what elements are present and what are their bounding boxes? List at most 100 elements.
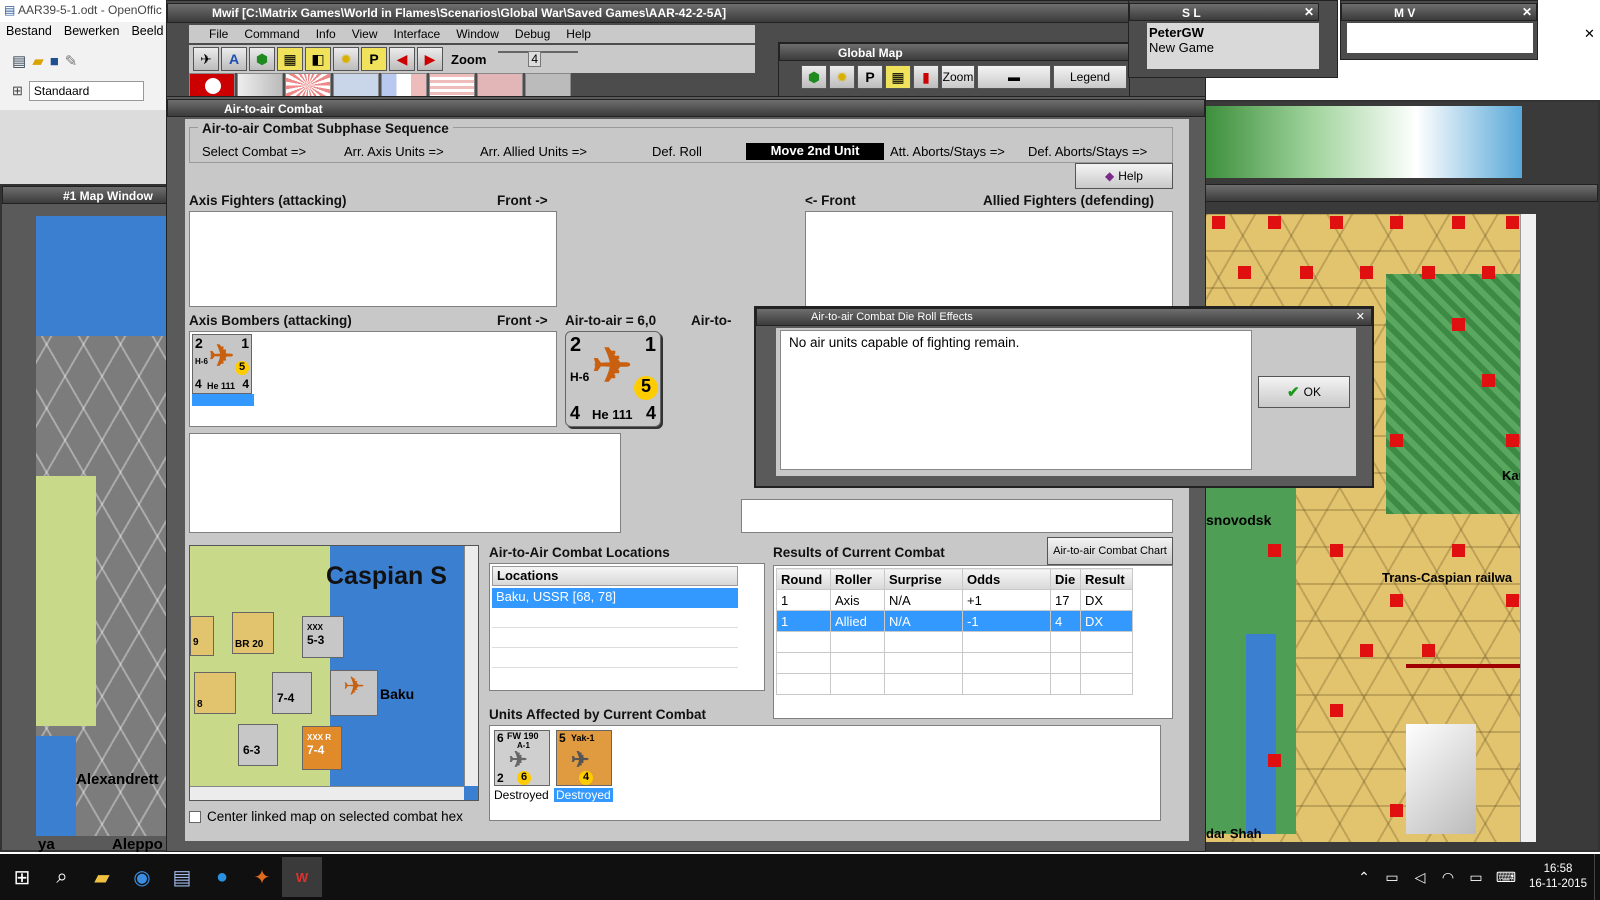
minimap-counter[interactable]: XXX 5-3 [302,616,344,658]
map-1-view[interactable]: Alexandrett Aleppo ya [36,216,168,853]
battery-icon[interactable]: ▭ [1378,857,1406,897]
save-icon[interactable]: ■ [50,53,59,70]
flag-ussr[interactable] [477,73,523,98]
minimap-counter[interactable]: 9 [190,616,214,656]
help-button[interactable]: ◆ Help [1075,163,1173,189]
grid-icon[interactable]: ▦ [885,65,911,89]
new-doc-icon[interactable]: ▤ [12,52,26,70]
flag-italy[interactable] [237,73,283,98]
fw190-counter[interactable]: 6 FW 190 A-1 ✈ 2 6 [494,730,550,786]
speaker-icon[interactable]: ◁ [1406,857,1434,897]
grid-icon[interactable]: ▦ [277,47,303,71]
minimap-counter[interactable]: 8 [194,672,236,714]
locations-list[interactable]: Locations Baku, USSR [68, 78] [489,563,765,691]
col-odds[interactable]: Odds [962,568,1051,590]
col-die[interactable]: Die [1050,568,1081,590]
notifications-icon[interactable]: ▭ [1462,857,1490,897]
stack-icon[interactable]: ◧ [305,47,331,71]
show-desktop-strip[interactable] [1594,854,1600,900]
thermometer-icon[interactable]: ▮ [913,65,939,89]
hex-icon[interactable]: ⬢ [249,47,275,71]
menu-debug[interactable]: Debug [515,27,550,41]
right-map-scrollbar[interactable] [1520,214,1536,842]
zoom-slider[interactable]: 4 [498,51,579,67]
browser-icon[interactable]: ◉ [122,857,162,897]
arrow-left-icon[interactable]: ◀ [389,47,415,71]
menu-interface[interactable]: Interface [394,27,441,41]
document-app-icon[interactable]: ▤ [162,857,202,897]
col-surprise[interactable]: Surprise [884,568,963,590]
col-roller[interactable]: Roller [830,568,885,590]
allied-fighters-box[interactable] [805,211,1173,307]
units-affected-box[interactable]: 6 FW 190 A-1 ✈ 2 6 Destroyed 5 Yak-1 ✈ 4… [489,725,1161,821]
minimap-counter[interactable]: XXX R 7-4 [302,726,342,770]
file-explorer-icon[interactable]: ▰ [82,857,122,897]
close-icon[interactable]: ✕ [1356,310,1365,323]
windows-start-icon[interactable]: ⊞ [2,857,42,897]
combat-chart-button[interactable]: Air-to-air Combat Chart [1047,537,1173,565]
sun-icon[interactable]: ✹ [333,47,359,71]
results-row-selected[interactable]: 1 Allied N/A -1 4 DX [776,610,1133,632]
linked-minimap[interactable]: Caspian S Baku XXX 5-3 7-4 6-3 XXX R 7-4 9… [189,545,479,801]
menu-view[interactable]: View [352,27,378,41]
ship-icon[interactable]: ▬ [977,65,1051,89]
clock[interactable]: 16:58 16-11-2015 [1522,862,1594,892]
menu-file[interactable]: File [209,27,228,41]
allied-bombers-lower-box[interactable] [741,499,1173,533]
app-circle-icon[interactable]: ● [202,857,242,897]
legend-button[interactable]: Legend [1053,65,1127,89]
center-linked-map-row[interactable]: Center linked map on selected combat hex [189,809,463,824]
global-zoom-button[interactable]: Zoom [941,65,975,89]
desktop-close-icon[interactable]: ✕ [1584,26,1595,42]
minimap-hscroll[interactable] [190,786,464,800]
flag-china[interactable] [525,73,571,98]
locations-header[interactable]: Locations [492,566,738,586]
menu-beeld[interactable]: Beeld [131,24,163,44]
yak1-counter[interactable]: 5 Yak-1 ✈ 4 [556,730,612,786]
minimap-counter[interactable]: BR 20 [232,612,274,654]
flag-germany[interactable] [189,73,235,98]
results-row[interactable]: 1 Axis N/A +1 17 DX [776,589,1133,611]
minimap-vscroll[interactable] [464,546,478,786]
menu-command[interactable]: Command [244,27,299,41]
search-icon[interactable]: ⌕ [42,857,82,897]
he111-counter-small[interactable]: 2 1 H-6 ✈ 5 4 He 111 4 [192,334,252,394]
text-a-icon[interactable]: A [221,47,247,71]
axis-fighters-box[interactable] [189,211,557,307]
close-icon[interactable]: ✕ [1522,5,1532,19]
open-folder-icon[interactable]: ▰ [32,52,44,70]
flag-france[interactable] [381,73,427,98]
center-linked-checkbox[interactable] [189,810,201,823]
minimap-counter[interactable]: 7-4 [272,672,312,714]
menu-window[interactable]: Window [456,27,499,41]
menu-info[interactable]: Info [316,27,336,41]
close-icon[interactable]: ✕ [1304,5,1314,19]
wifi-icon[interactable]: ◠ [1434,857,1462,897]
flag-japan[interactable] [285,73,331,98]
minimap-counter[interactable]: 6-3 [238,724,278,766]
paragraph-style-select[interactable]: Standaard [28,81,144,101]
he111-counter-large[interactable]: 2 1 H-6 ✈ 5 4 He 111 4 [565,331,661,427]
mwif-app-icon[interactable]: W [282,857,322,897]
dialog-message-box[interactable]: No air units capable of fighting remain. [780,330,1252,470]
styles-icon[interactable]: ⊞ [12,83,23,99]
flag-usa[interactable] [429,73,475,98]
col-round[interactable]: Round [776,568,831,590]
hex-icon[interactable]: ⬢ [801,65,827,89]
menu-bewerken[interactable]: Bewerken [64,24,120,44]
chevron-up-icon[interactable]: ⌃ [1350,857,1378,897]
flag-uk[interactable] [333,73,379,98]
ok-button[interactable]: ✔ OK [1258,376,1350,408]
plane-icon[interactable]: ✈ [193,47,219,71]
flag-p-icon[interactable]: P [857,65,883,89]
flag-p-icon[interactable]: P [361,47,387,71]
edit-icon[interactable]: ✎ [65,52,78,70]
menu-help[interactable]: Help [566,27,591,41]
arrow-right-icon[interactable]: ▶ [417,47,443,71]
axis-bombers-lower-box[interactable] [189,433,621,533]
sun-icon[interactable]: ✹ [829,65,855,89]
menu-bestand[interactable]: Bestand [6,24,52,44]
col-result[interactable]: Result [1080,568,1133,590]
keyboard-icon[interactable]: ⌨ [1490,857,1522,897]
location-row[interactable]: Baku, USSR [68, 78] [492,588,738,608]
